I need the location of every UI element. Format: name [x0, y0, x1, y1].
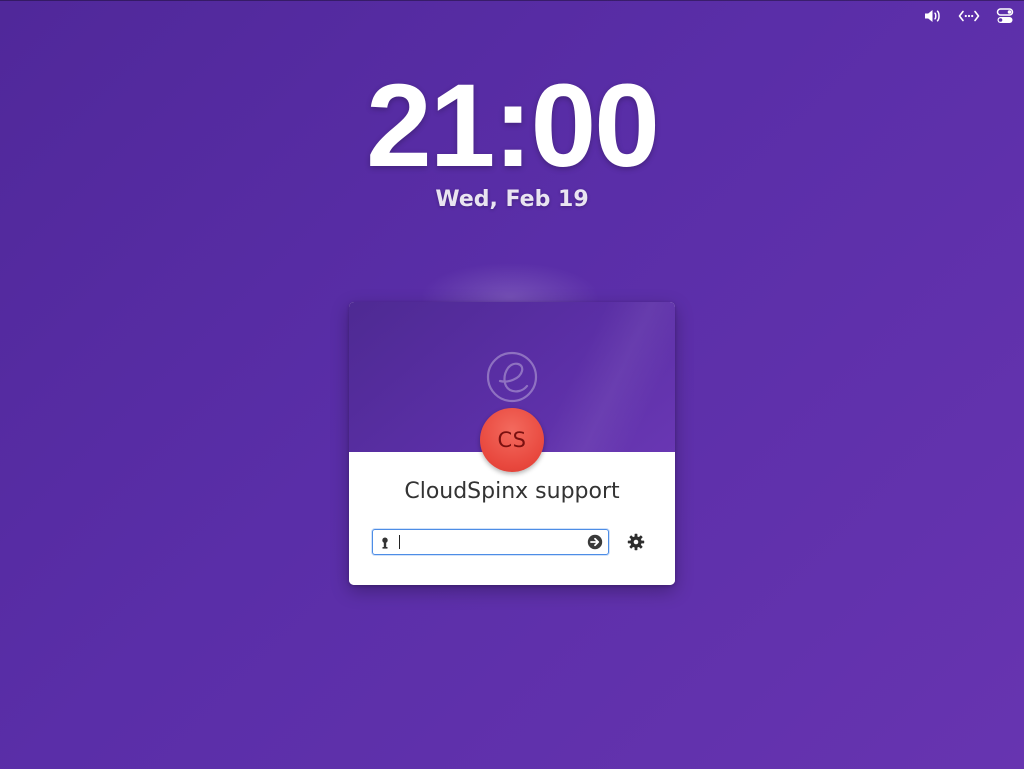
panel-indicators — [922, 6, 1016, 26]
network-indicator[interactable] — [958, 6, 980, 26]
key-icon — [381, 536, 389, 549]
user-avatar[interactable]: CS — [480, 408, 544, 472]
submit-arrow-icon[interactable] — [587, 534, 603, 550]
session-indicator[interactable] — [994, 6, 1016, 26]
username-label: CloudSpinx support — [404, 479, 620, 504]
password-input[interactable] — [401, 531, 581, 553]
volume-icon — [923, 8, 943, 24]
login-card: CS CloudSpinx support — [349, 302, 675, 585]
elementary-logo-icon — [486, 351, 538, 403]
session-toggle-icon — [996, 7, 1014, 25]
text-caret — [399, 535, 400, 549]
top-border — [0, 0, 1024, 1]
password-field[interactable] — [372, 529, 609, 555]
lockscreen-date: Wed, Feb 19 — [435, 187, 589, 212]
volume-indicator[interactable] — [922, 6, 944, 26]
network-icon — [958, 8, 980, 24]
gear-icon[interactable] — [627, 533, 645, 551]
lockscreen-clock: 21:00 — [366, 60, 660, 192]
avatar-initials: CS — [497, 428, 527, 452]
